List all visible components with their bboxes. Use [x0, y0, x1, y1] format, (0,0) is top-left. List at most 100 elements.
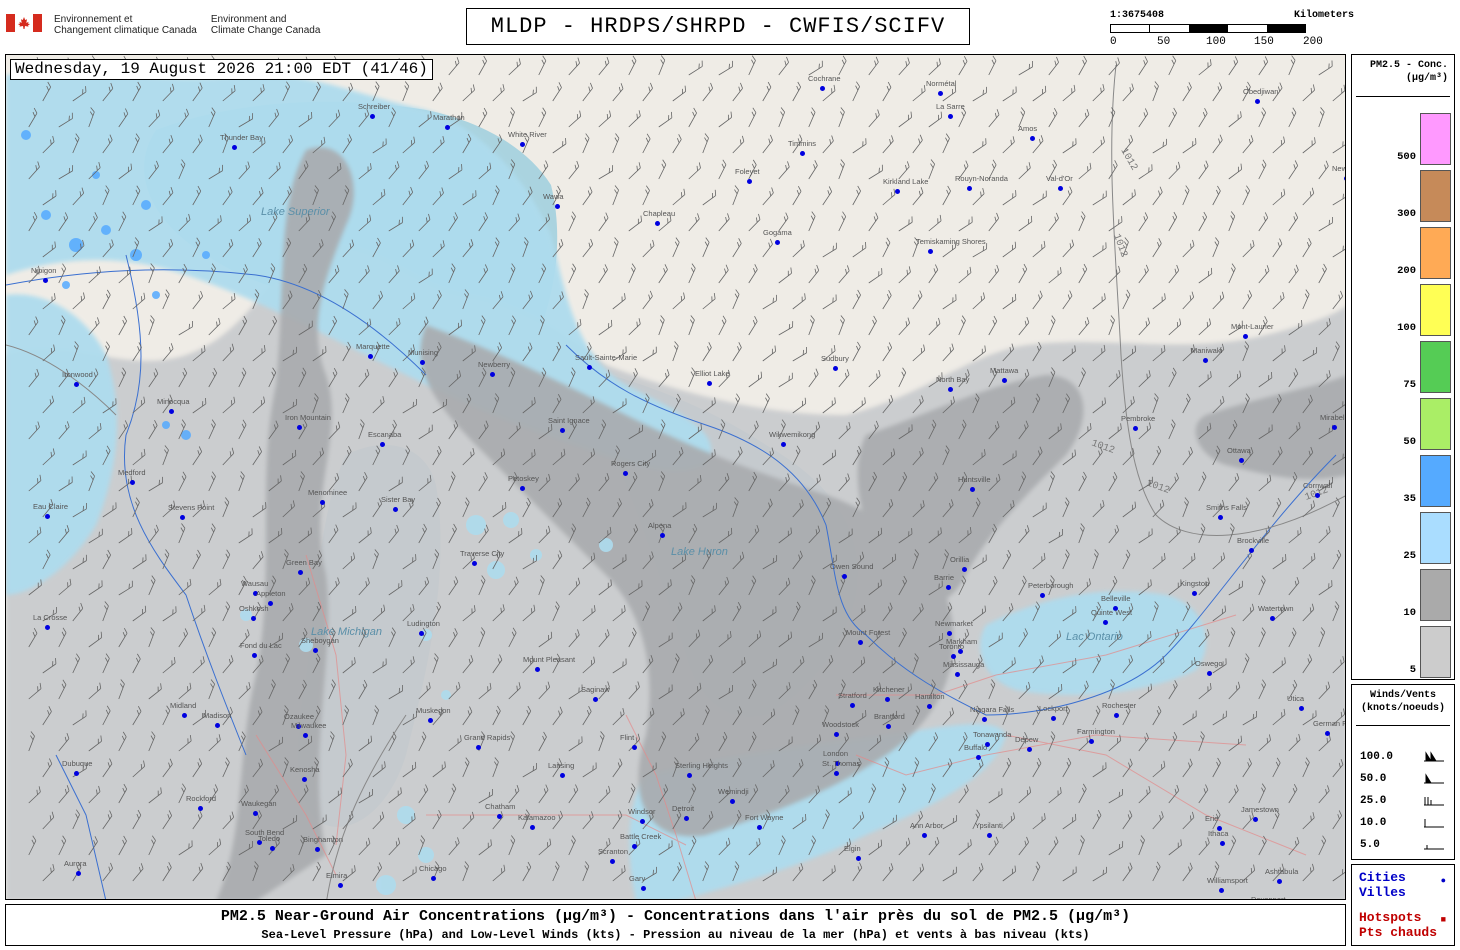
- city-marker[interactable]: [215, 723, 220, 728]
- city-marker[interactable]: [948, 114, 953, 119]
- city-marker[interactable]: [368, 354, 373, 359]
- city-marker[interactable]: [730, 799, 735, 804]
- city-marker[interactable]: [1218, 515, 1223, 520]
- city-marker[interactable]: [313, 648, 318, 653]
- city-marker[interactable]: [641, 886, 646, 891]
- city-marker[interactable]: [1255, 99, 1260, 104]
- city-marker[interactable]: [251, 616, 256, 621]
- city-marker[interactable]: [45, 625, 50, 630]
- city-marker[interactable]: [987, 833, 992, 838]
- city-marker[interactable]: [370, 114, 375, 119]
- city-marker[interactable]: [632, 745, 637, 750]
- city-marker[interactable]: [1277, 879, 1282, 884]
- city-marker[interactable]: [1344, 176, 1345, 181]
- city-marker[interactable]: [520, 486, 525, 491]
- city-marker[interactable]: [1239, 458, 1244, 463]
- city-marker[interactable]: [593, 697, 598, 702]
- city-marker[interactable]: [655, 221, 660, 226]
- city-marker[interactable]: [1192, 591, 1197, 596]
- city-marker[interactable]: [1203, 358, 1208, 363]
- city-marker[interactable]: [1040, 593, 1045, 598]
- city-marker[interactable]: [1332, 425, 1337, 430]
- city-marker[interactable]: [707, 381, 712, 386]
- city-marker[interactable]: [1299, 706, 1304, 711]
- city-marker[interactable]: [967, 186, 972, 191]
- city-marker[interactable]: [1114, 713, 1119, 718]
- city-marker[interactable]: [560, 428, 565, 433]
- city-marker[interactable]: [842, 574, 847, 579]
- city-marker[interactable]: [895, 189, 900, 194]
- city-marker[interactable]: [858, 640, 863, 645]
- city-marker[interactable]: [955, 672, 960, 677]
- city-marker[interactable]: [298, 570, 303, 575]
- city-marker[interactable]: [303, 733, 308, 738]
- city-marker[interactable]: [938, 91, 943, 96]
- city-marker[interactable]: [393, 507, 398, 512]
- city-marker[interactable]: [976, 755, 981, 760]
- city-marker[interactable]: [420, 360, 425, 365]
- city-marker[interactable]: [946, 585, 951, 590]
- city-marker[interactable]: [419, 631, 424, 636]
- city-marker[interactable]: [169, 409, 174, 414]
- city-marker[interactable]: [775, 240, 780, 245]
- city-marker[interactable]: [928, 249, 933, 254]
- city-marker[interactable]: [632, 844, 637, 849]
- city-marker[interactable]: [970, 487, 975, 492]
- city-marker[interactable]: [1133, 426, 1138, 431]
- city-marker[interactable]: [270, 846, 275, 851]
- city-marker[interactable]: [320, 500, 325, 505]
- city-marker[interactable]: [1051, 716, 1056, 721]
- city-marker[interactable]: [623, 471, 628, 476]
- city-marker[interactable]: [781, 442, 786, 447]
- city-marker[interactable]: [130, 480, 135, 485]
- city-marker[interactable]: [834, 732, 839, 737]
- city-marker[interactable]: [1219, 888, 1224, 893]
- city-marker[interactable]: [684, 816, 689, 821]
- city-marker[interactable]: [560, 773, 565, 778]
- city-marker[interactable]: [1002, 378, 1007, 383]
- city-marker[interactable]: [182, 713, 187, 718]
- city-marker[interactable]: [951, 654, 956, 659]
- city-marker[interactable]: [45, 514, 50, 519]
- city-marker[interactable]: [232, 145, 237, 150]
- city-marker[interactable]: [431, 876, 436, 881]
- city-marker[interactable]: [850, 703, 855, 708]
- city-marker[interactable]: [833, 366, 838, 371]
- city-marker[interactable]: [927, 704, 932, 709]
- city-marker[interactable]: [820, 86, 825, 91]
- city-marker[interactable]: [180, 515, 185, 520]
- city-marker[interactable]: [800, 151, 805, 156]
- city-marker[interactable]: [555, 204, 560, 209]
- city-marker[interactable]: [74, 771, 79, 776]
- city-marker[interactable]: [428, 718, 433, 723]
- city-marker[interactable]: [490, 372, 495, 377]
- city-marker[interactable]: [834, 771, 839, 776]
- city-marker[interactable]: [1207, 671, 1212, 676]
- city-marker[interactable]: [856, 856, 861, 861]
- city-marker[interactable]: [687, 773, 692, 778]
- city-marker[interactable]: [268, 601, 273, 606]
- city-marker[interactable]: [74, 382, 79, 387]
- city-marker[interactable]: [1325, 731, 1330, 736]
- city-marker[interactable]: [922, 833, 927, 838]
- city-marker[interactable]: [297, 425, 302, 430]
- map-canvas[interactable]: 1012 1012 1012 1012 1012 Lake Superior L…: [5, 54, 1346, 900]
- city-marker[interactable]: [1220, 841, 1225, 846]
- city-marker[interactable]: [1027, 747, 1032, 752]
- city-marker[interactable]: [497, 814, 502, 819]
- city-marker[interactable]: [520, 142, 525, 147]
- city-marker[interactable]: [472, 561, 477, 566]
- city-marker[interactable]: [1249, 548, 1254, 553]
- city-marker[interactable]: [252, 653, 257, 658]
- city-marker[interactable]: [947, 631, 952, 636]
- city-marker[interactable]: [610, 859, 615, 864]
- city-marker[interactable]: [660, 533, 665, 538]
- city-marker[interactable]: [982, 717, 987, 722]
- city-marker[interactable]: [302, 777, 307, 782]
- city-marker[interactable]: [476, 745, 481, 750]
- city-marker[interactable]: [253, 811, 258, 816]
- city-marker[interactable]: [338, 883, 343, 888]
- city-marker[interactable]: [962, 567, 967, 572]
- city-marker[interactable]: [1253, 817, 1258, 822]
- city-marker[interactable]: [1103, 620, 1108, 625]
